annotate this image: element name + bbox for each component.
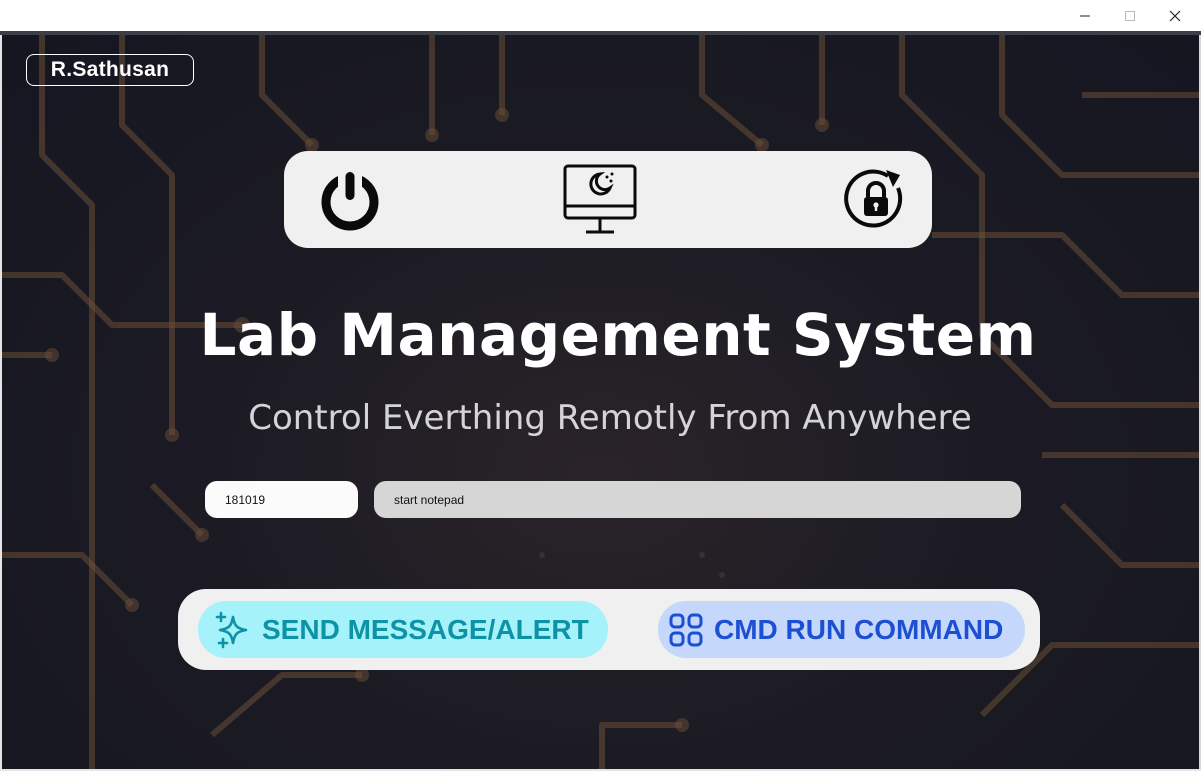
sparkles-icon xyxy=(214,611,252,649)
send-message-label: SEND MESSAGE/ALERT xyxy=(262,613,589,645)
bottom-actions-panel: SEND MESSAGE/ALERT CMD RUN COMMAND xyxy=(178,589,1040,670)
author-badge: R.Sathusan xyxy=(26,54,194,86)
cmd-run-button[interactable]: CMD RUN COMMAND xyxy=(658,601,1025,658)
close-icon[interactable] xyxy=(1152,0,1198,31)
send-message-button[interactable]: SEND MESSAGE/ALERT xyxy=(198,601,608,658)
lock-refresh-icon xyxy=(844,169,903,228)
power-actions-panel xyxy=(284,151,932,248)
lock-button[interactable] xyxy=(838,163,914,237)
grid-apps-icon xyxy=(668,612,704,648)
window-titlebar xyxy=(0,0,1201,31)
minimize-icon[interactable] xyxy=(1062,0,1108,31)
app-window: R.Sathusan Lab Management System Control… xyxy=(2,35,1199,769)
sleep-button[interactable] xyxy=(562,163,638,237)
power-icon xyxy=(321,168,379,231)
window-border-left xyxy=(0,35,2,771)
cmd-run-label: CMD RUN COMMAND xyxy=(714,613,1004,645)
pc-id-input[interactable] xyxy=(205,481,358,518)
monitor-sleep-icon xyxy=(563,164,637,234)
page-title: Lab Management System xyxy=(199,301,1037,369)
command-input[interactable] xyxy=(374,481,1021,518)
page-subtitle: Control Everthing Remotly From Anywhere xyxy=(248,398,972,438)
shutdown-button[interactable] xyxy=(312,163,388,237)
maximize-icon[interactable] xyxy=(1107,0,1153,31)
